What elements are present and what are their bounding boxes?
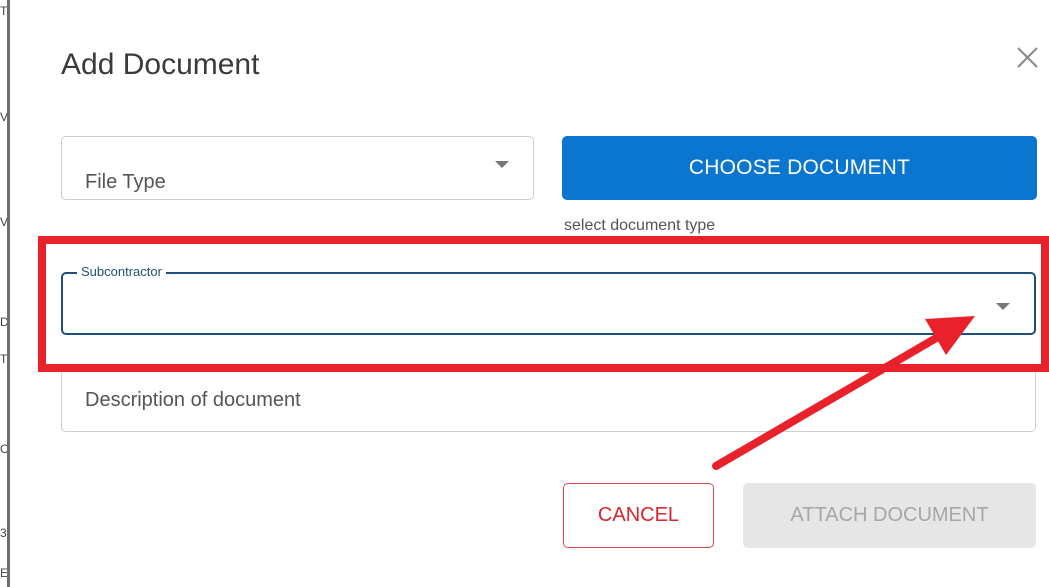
attach-document-button[interactable]: ATTACH DOCUMENT <box>743 483 1036 548</box>
file-type-select[interactable]: File Type <box>61 136 534 200</box>
add-document-modal: T V V D T C 3 E Add Document File Type C… <box>0 0 1049 587</box>
close-icon <box>1017 47 1038 68</box>
chevron-down-icon <box>996 303 1010 310</box>
cancel-button[interactable]: CANCEL <box>563 483 714 548</box>
subcontractor-select[interactable]: Subcontractor <box>61 263 1036 335</box>
modal-title: Add Document <box>61 48 260 81</box>
close-button[interactable] <box>1013 43 1049 79</box>
file-type-placeholder: File Type <box>85 171 166 193</box>
choose-document-button[interactable]: CHOOSE DOCUMENT <box>562 136 1037 200</box>
description-input[interactable] <box>61 369 1036 432</box>
subcontractor-label: Subcontractor <box>77 263 166 281</box>
background-page-edge: T V V D T C 3 E <box>0 0 10 587</box>
chevron-down-icon <box>495 161 509 168</box>
document-type-helper-text: select document type <box>564 217 716 234</box>
